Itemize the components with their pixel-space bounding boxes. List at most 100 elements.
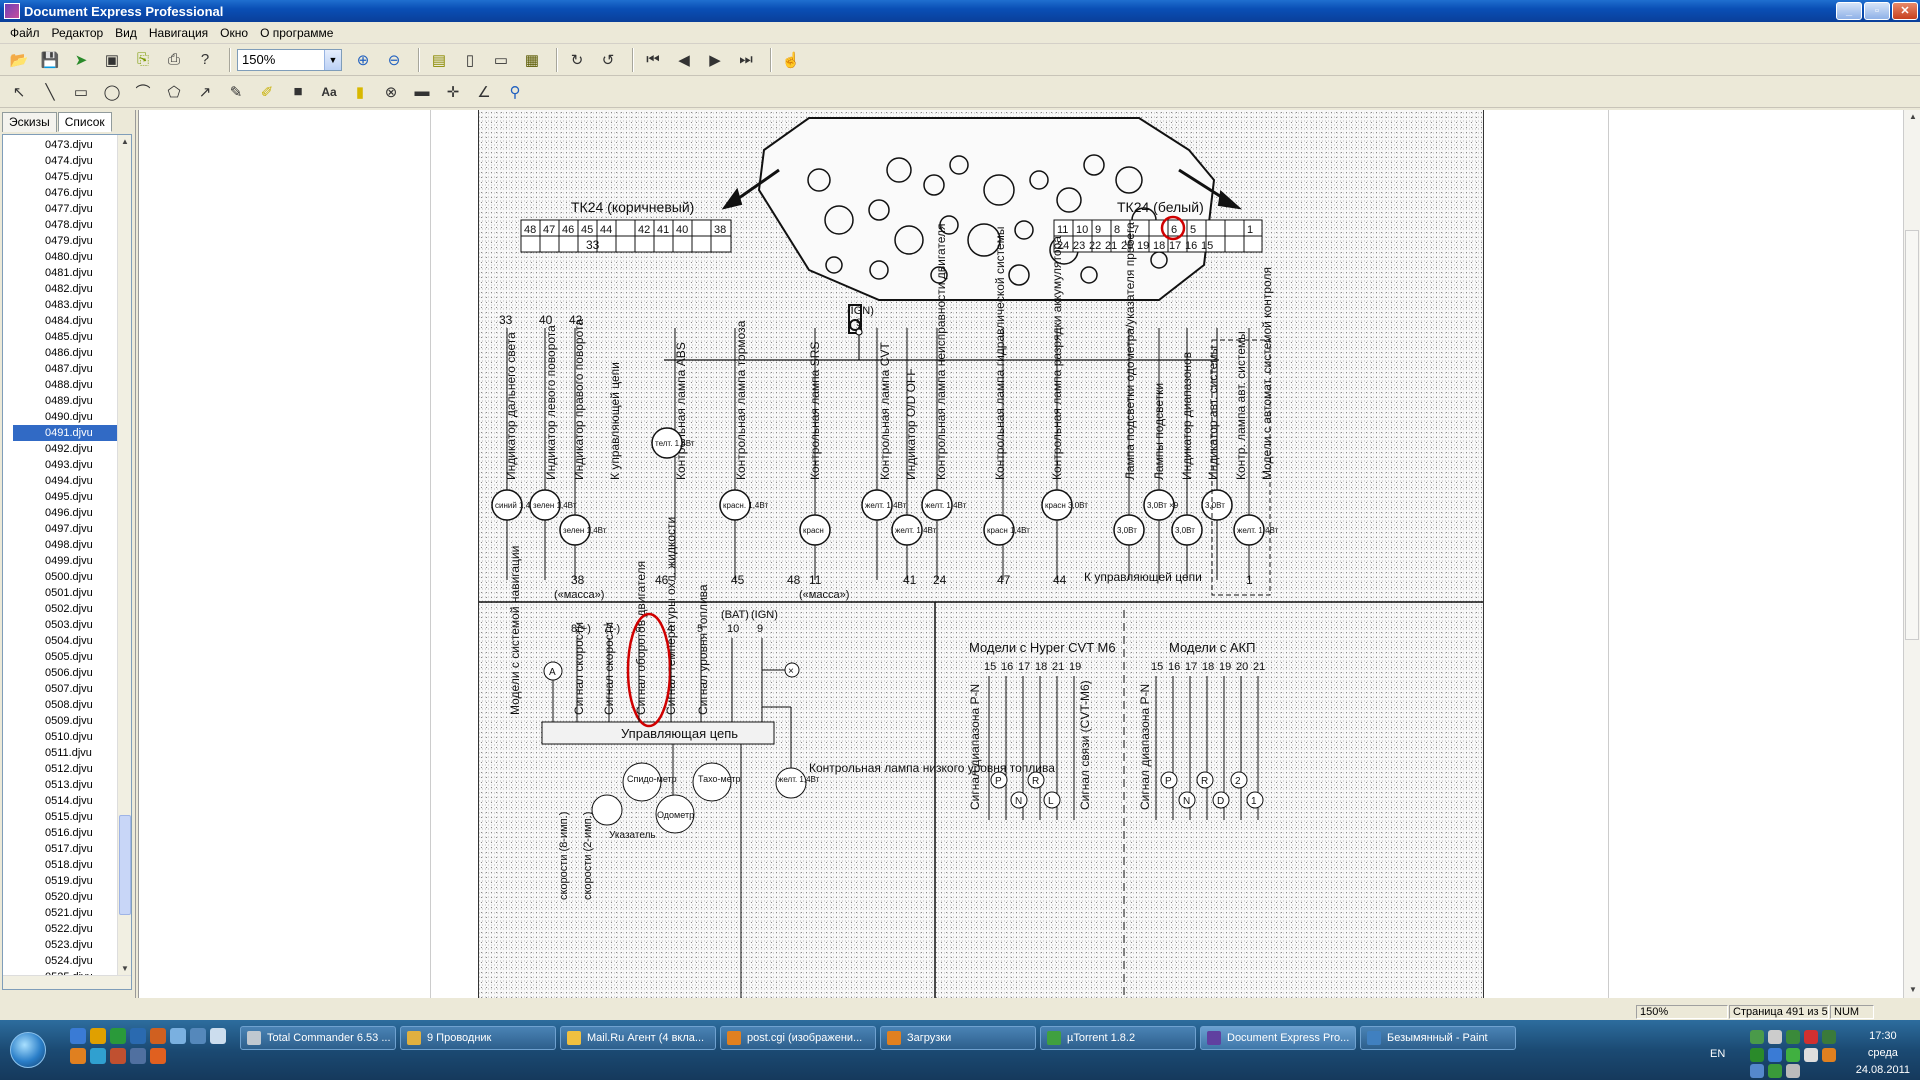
file-list-item[interactable]: 0502.djvu [13, 601, 117, 617]
tray-icon[interactable] [1786, 1064, 1800, 1078]
file-list-item[interactable]: 0512.djvu [13, 761, 117, 777]
file-list-item[interactable]: 0474.djvu [13, 153, 117, 169]
maximize-button[interactable]: ▫ [1864, 2, 1890, 20]
chevron-down-icon[interactable]: ▼ [324, 49, 341, 70]
file-list-item[interactable]: 0503.djvu [13, 617, 117, 633]
note-icon[interactable]: ▮ [347, 79, 373, 105]
quicklaunch-icon[interactable] [150, 1028, 166, 1044]
tray-icon[interactable] [1822, 1048, 1836, 1062]
export-icon[interactable]: ⎘ [130, 47, 156, 73]
file-list-item[interactable]: 0515.djvu [13, 809, 117, 825]
link-icon[interactable]: ⚲ [502, 79, 528, 105]
quicklaunch-icon[interactable] [90, 1048, 106, 1064]
file-list-item[interactable]: 0517.djvu [13, 841, 117, 857]
file-list-item[interactable]: 0489.djvu [13, 393, 117, 409]
file-list-item[interactable]: 0494.djvu [13, 473, 117, 489]
angle-icon[interactable]: ∠ [471, 79, 497, 105]
thumbnails-icon[interactable]: ▦ [519, 47, 545, 73]
ellipse-icon[interactable]: ◯ [99, 79, 125, 105]
taskbar-button[interactable]: post.cgi (изображени... [720, 1026, 876, 1050]
rectangle-icon[interactable]: ▭ [68, 79, 94, 105]
prev-page-icon[interactable]: ◀ [671, 47, 697, 73]
menu-file[interactable]: Файл [4, 26, 46, 40]
file-list-item[interactable]: 0490.djvu [13, 409, 117, 425]
clock[interactable]: 17:30 среда 24.08.2011 [1856, 1028, 1910, 1079]
file-list-item[interactable]: 0481.djvu [13, 265, 117, 281]
file-list-item[interactable]: 0508.djvu [13, 697, 117, 713]
minimize-button[interactable]: _ [1836, 2, 1862, 20]
language-indicator[interactable]: EN [1710, 1048, 1725, 1060]
crosshair-icon[interactable]: ✛ [440, 79, 466, 105]
rotate-left-icon[interactable]: ↺ [595, 47, 621, 73]
document-page[interactable]: ТК24 (коричневый) 48 47 46 45 44 42 41 40 38 33 … [478, 110, 1484, 998]
scroll-down-icon[interactable]: ▼ [1908, 985, 1918, 994]
scroll-up-icon[interactable]: ▲ [120, 137, 130, 146]
send-icon[interactable]: ➤ [68, 47, 94, 73]
menu-view[interactable]: Вид [109, 26, 143, 40]
file-list-item[interactable]: 0492.djvu [13, 441, 117, 457]
fit-page-icon[interactable]: ▯ [457, 47, 483, 73]
last-page-icon[interactable]: ⏭ [733, 47, 759, 73]
file-list-item[interactable]: 0484.djvu [13, 313, 117, 329]
file-list-item[interactable]: 0518.djvu [13, 857, 117, 873]
menu-editor[interactable]: Редактор [46, 26, 110, 40]
quicklaunch-icon[interactable] [70, 1048, 86, 1064]
quicklaunch-icon[interactable] [130, 1028, 146, 1044]
file-list-item[interactable]: 0500.djvu [13, 569, 117, 585]
pointer-icon[interactable]: ↖ [6, 79, 32, 105]
taskbar-button[interactable]: µTorrent 1.8.2 [1040, 1026, 1196, 1050]
file-list-item[interactable]: 0486.djvu [13, 345, 117, 361]
file-list-item[interactable]: 0523.djvu [13, 937, 117, 953]
file-list-item[interactable]: 0511.djvu [13, 745, 117, 761]
taskbar-button[interactable]: Mail.Ru Агент (4 вкла... [560, 1026, 716, 1050]
tray-icon[interactable] [1768, 1048, 1782, 1062]
menu-about[interactable]: О программе [254, 26, 339, 40]
page-view-icon[interactable]: ▤ [426, 47, 452, 73]
taskbar-button[interactable]: 9 Проводник [400, 1026, 556, 1050]
file-list-item[interactable]: 0488.djvu [13, 377, 117, 393]
file-list-item[interactable]: 0499.djvu [13, 553, 117, 569]
quicklaunch-icon[interactable] [130, 1048, 146, 1064]
tray-icon[interactable] [1786, 1030, 1800, 1044]
title-bar[interactable]: Document Express Professional _ ▫ ✕ [0, 0, 1920, 22]
tray-icon[interactable] [1804, 1030, 1818, 1044]
polygon-icon[interactable]: ⬠ [161, 79, 187, 105]
tray-icon[interactable] [1750, 1048, 1764, 1062]
file-list-item[interactable]: 0504.djvu [13, 633, 117, 649]
quicklaunch-icon[interactable] [190, 1028, 206, 1044]
file-list-item[interactable]: 0483.djvu [13, 297, 117, 313]
highlighter-icon[interactable]: ✐ [254, 79, 280, 105]
file-list-item[interactable]: 0473.djvu [13, 137, 117, 153]
file-list-item[interactable]: 0485.djvu [13, 329, 117, 345]
file-list-item[interactable]: 0505.djvu [13, 649, 117, 665]
fit-width-icon[interactable]: ▭ [488, 47, 514, 73]
scan-icon[interactable]: ▣ [99, 47, 125, 73]
stamp-icon[interactable]: ⊗ [378, 79, 404, 105]
list-hscrollbar[interactable] [3, 975, 131, 989]
zoom-in-icon[interactable]: ⊕ [350, 47, 376, 73]
file-list-item[interactable]: 0491.djvu [13, 425, 117, 441]
freehand-icon[interactable]: ✎ [223, 79, 249, 105]
taskbar-button[interactable]: Загрузки [880, 1026, 1036, 1050]
first-page-icon[interactable]: ⏮ [640, 47, 666, 73]
text-icon[interactable]: Aa [316, 79, 342, 105]
quicklaunch-icon[interactable] [110, 1048, 126, 1064]
file-list-item[interactable]: 0475.djvu [13, 169, 117, 185]
file-list-item[interactable]: 0495.djvu [13, 489, 117, 505]
quicklaunch-icon[interactable] [90, 1028, 106, 1044]
save-icon[interactable]: 💾 [37, 47, 63, 73]
file-list-item[interactable]: 0524.djvu [13, 953, 117, 969]
tray-icon[interactable] [1822, 1030, 1836, 1044]
quicklaunch-icon[interactable] [110, 1028, 126, 1044]
file-list-item[interactable]: 0521.djvu [13, 905, 117, 921]
quicklaunch-icon[interactable] [210, 1028, 226, 1044]
start-button[interactable] [10, 1032, 46, 1068]
file-list-item[interactable]: 0480.djvu [13, 249, 117, 265]
polyline-icon[interactable]: ⌒ [130, 79, 156, 105]
help-icon[interactable]: ? [192, 47, 218, 73]
file-list-item[interactable]: 0487.djvu [13, 361, 117, 377]
file-list-item[interactable]: 0501.djvu [13, 585, 117, 601]
file-list-item[interactable]: 0493.djvu [13, 457, 117, 473]
ruler-icon[interactable]: ▬ [409, 79, 435, 105]
file-list-item[interactable]: 0522.djvu [13, 921, 117, 937]
